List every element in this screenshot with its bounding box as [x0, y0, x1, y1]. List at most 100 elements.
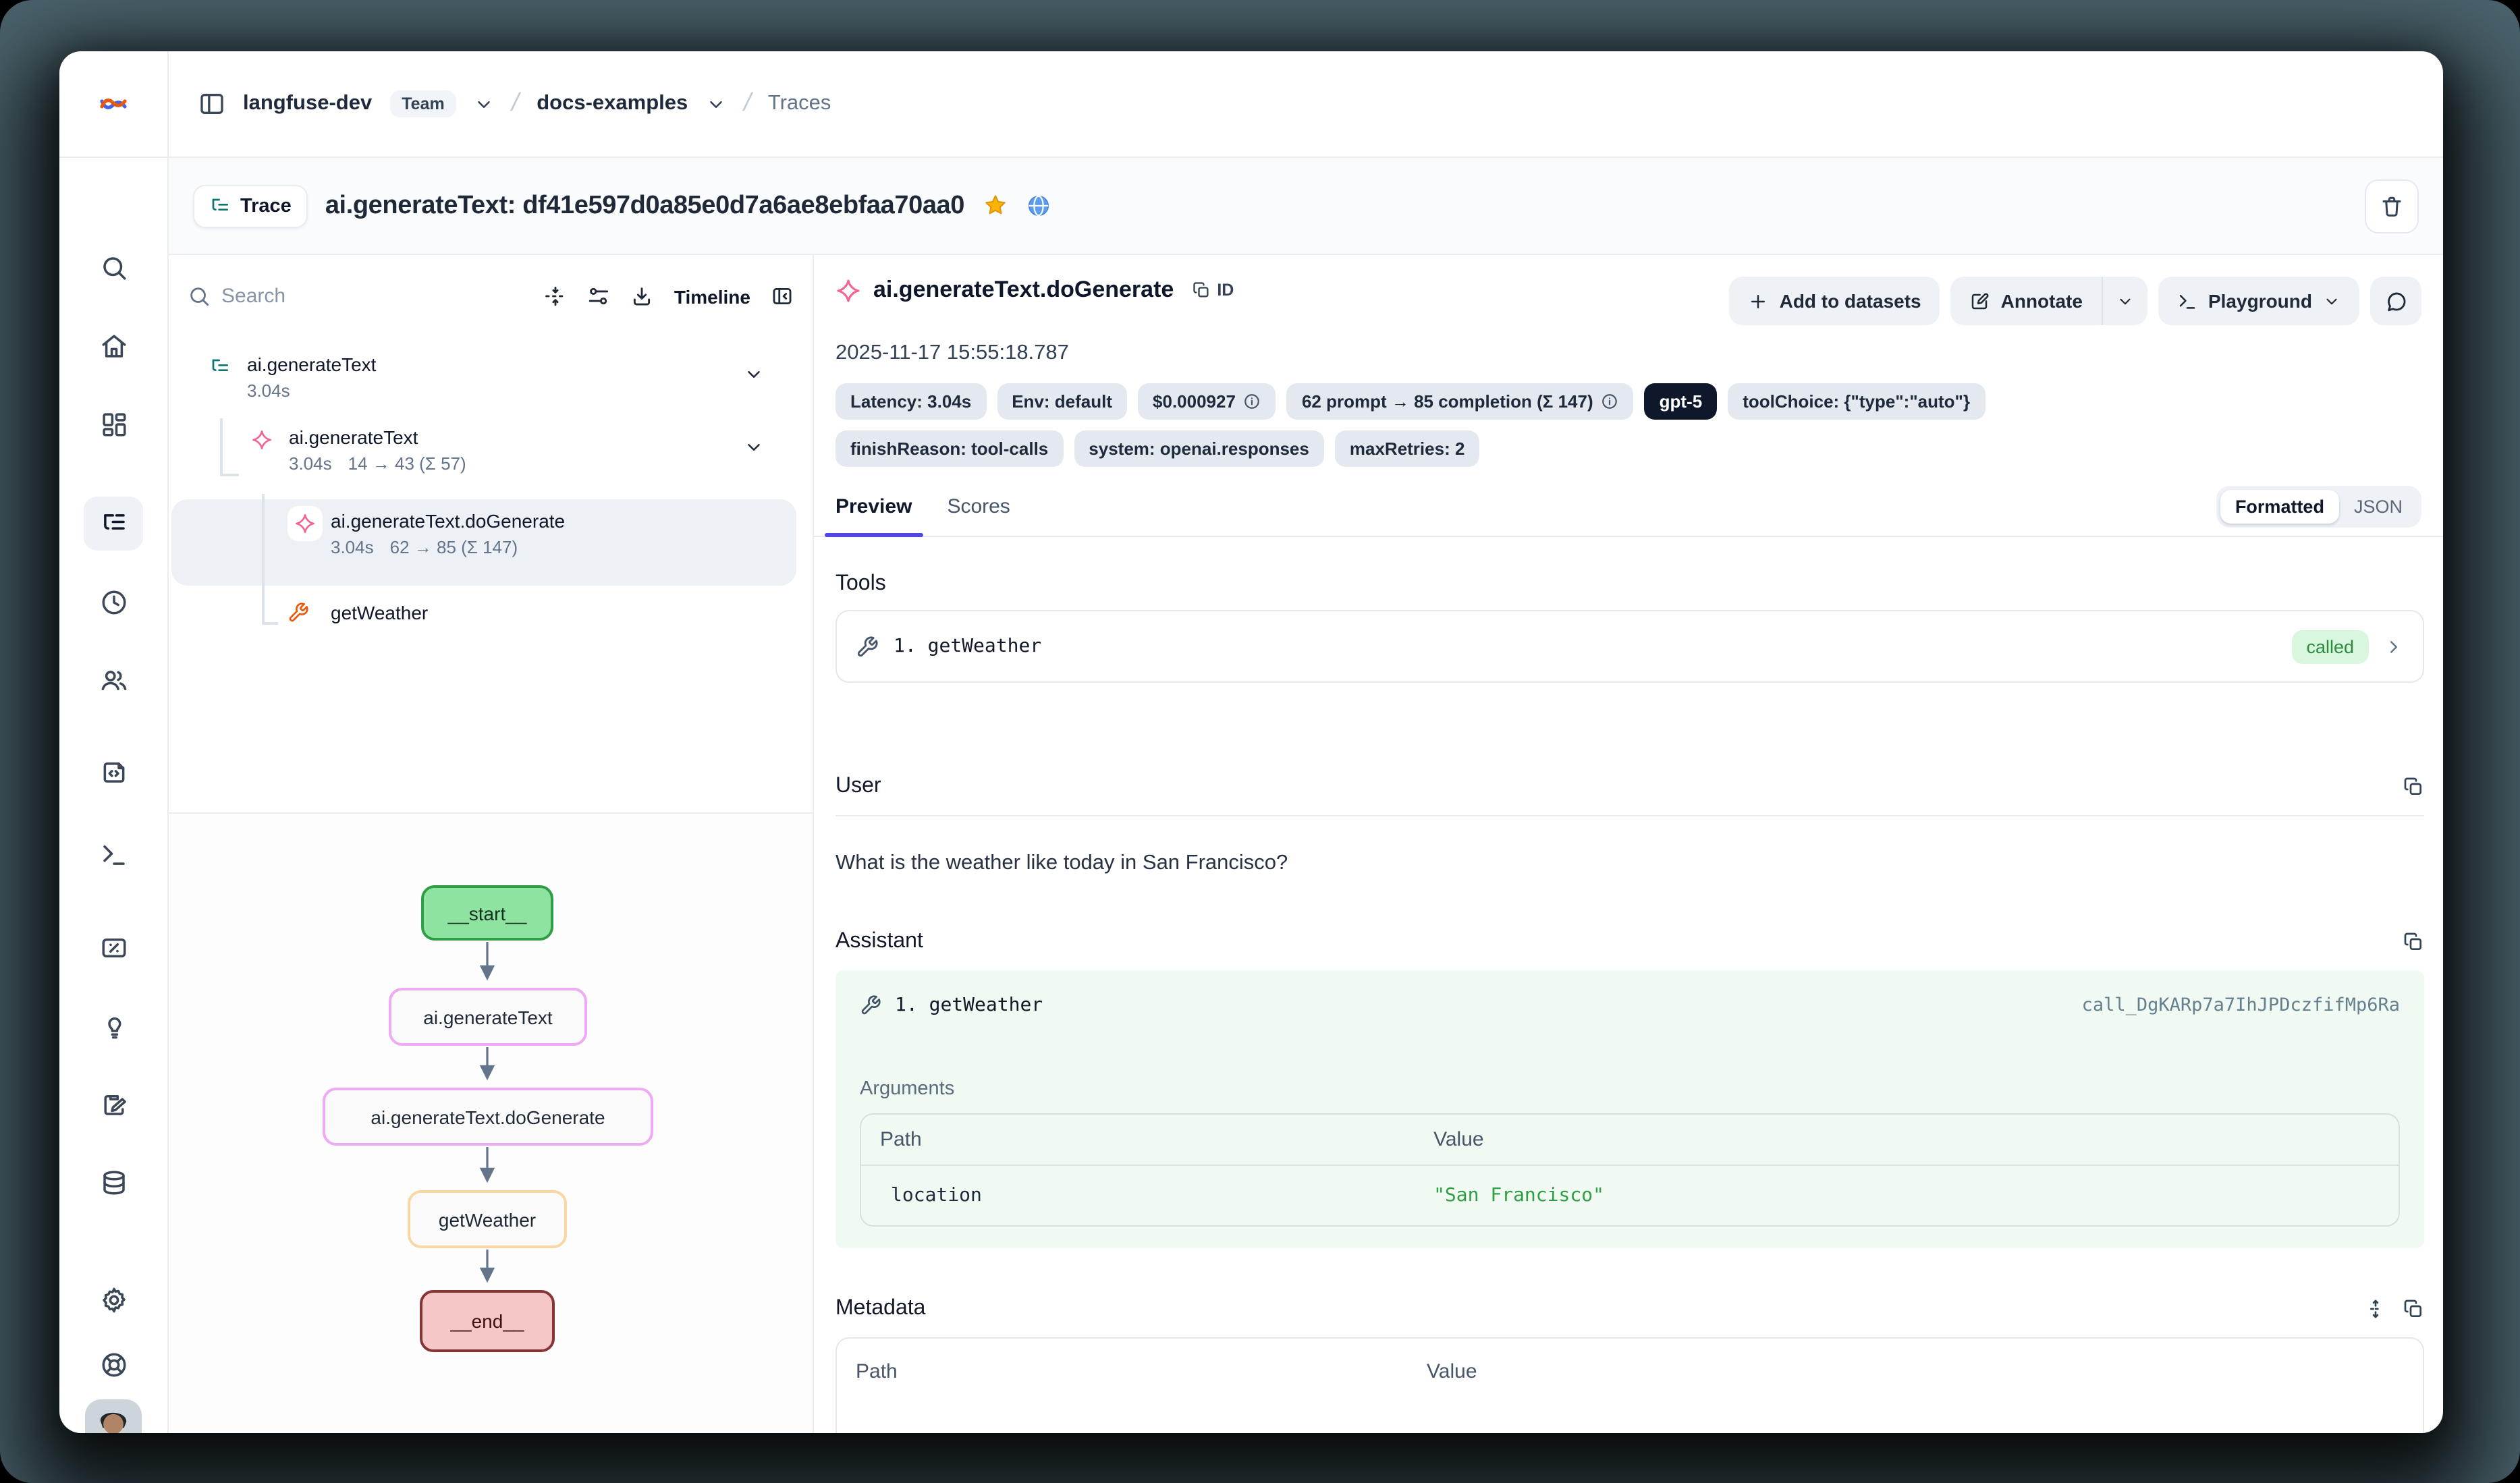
trace-tree-icon — [209, 356, 231, 378]
trace-chip-label: Trace — [240, 195, 292, 217]
tree-search-input[interactable] — [221, 285, 356, 308]
tree-row-trace[interactable]: ai.generateText 3.04s — [171, 354, 796, 401]
download-icon[interactable] — [631, 285, 654, 308]
node-label: getWeather — [439, 1208, 536, 1230]
graph-node-dogenerate[interactable]: ai.generateText.doGenerate — [323, 1088, 653, 1146]
langfuse-logo[interactable] — [59, 51, 167, 158]
graph-node-start[interactable]: __start__ — [421, 885, 553, 941]
user-title: User — [836, 775, 881, 799]
support-icon[interactable] — [84, 1337, 143, 1391]
annotate-dropdown-caret[interactable] — [2102, 277, 2147, 325]
detail-tabs-row: Preview Scores Formatted JSON — [814, 486, 2443, 537]
annotation-queues-icon[interactable] — [84, 1077, 143, 1131]
tracing-icon[interactable] — [84, 497, 143, 551]
plus-icon — [1749, 291, 1769, 311]
tree-row-tool[interactable]: getWeather — [171, 602, 796, 623]
add-to-datasets-button[interactable]: Add to datasets — [1730, 277, 1940, 325]
tool-call-card: 1. getWeather call_DgKARp7a7IhJPDczfifMp… — [836, 970, 2424, 1248]
breadcrumb-divider: / — [740, 89, 754, 119]
col-path: Path — [837, 1339, 1408, 1397]
tool-call-id: call_DgKARp7a7IhJPDczfifMp6Ra — [2082, 995, 2400, 1016]
playground-button[interactable]: Playground — [2158, 277, 2359, 325]
tree-label: ai.generateText — [247, 354, 796, 375]
col-value: Value — [1408, 1339, 2423, 1397]
org-chevron-down-icon[interactable] — [474, 94, 495, 114]
view-formatted[interactable]: Formatted — [2220, 490, 2339, 524]
maxretries-badge: maxRetries: 2 — [1335, 430, 1480, 467]
tree-row-generation[interactable]: ai.generateText 3.04s14 → 43 (Σ 57) — [171, 426, 796, 474]
generation-icon — [836, 277, 861, 303]
chevron-right-icon[interactable] — [2384, 636, 2404, 656]
chevron-down-icon[interactable] — [744, 364, 764, 385]
users-icon[interactable] — [84, 653, 143, 707]
metadata-table: Path Value — [836, 1337, 2424, 1433]
view-json[interactable]: JSON — [2339, 490, 2417, 524]
delete-trace-button[interactable] — [2365, 179, 2419, 233]
tree-row-dogenerate-selected[interactable]: ai.generateText.doGenerate 3.04s62 → 85 … — [171, 510, 796, 557]
tokens-badge[interactable]: 62 prompt → 85 completion (Σ 147) — [1287, 383, 1634, 420]
graph-node-generatetext[interactable]: ai.generateText — [389, 988, 587, 1046]
wrench-icon — [860, 995, 881, 1016]
observation-tree: ai.generateText 3.04s ai.generateText 3.… — [169, 337, 813, 812]
tab-scores[interactable]: Scores — [947, 495, 1010, 536]
bookmark-star-icon[interactable] — [982, 193, 1008, 219]
comments-button[interactable] — [2370, 277, 2421, 325]
assistant-message-section: Assistant 1. getWeather call_DgKARp7a7Ih… — [836, 930, 2424, 1248]
metadata-section: Metadata Path Value — [836, 1297, 2424, 1433]
generation-icon — [251, 429, 273, 451]
arguments-label: Arguments — [860, 1078, 2400, 1100]
tree-toolbar: Timeline — [169, 255, 813, 337]
expand-vertical-icon[interactable] — [2365, 1298, 2386, 1320]
settings-icon[interactable] — [84, 1272, 143, 1326]
info-icon — [1601, 393, 1619, 410]
tree-search[interactable] — [188, 285, 524, 308]
user-avatar[interactable] — [84, 1401, 143, 1433]
search-icon[interactable] — [84, 240, 143, 294]
dashboards-icon[interactable] — [84, 397, 143, 451]
copy-icon[interactable] — [2403, 776, 2424, 798]
datasets-icon[interactable] — [84, 1155, 143, 1209]
view-toggle: Formatted JSON — [2216, 486, 2421, 528]
observation-timestamp: 2025-11-17 15:55:18.787 — [814, 325, 2443, 366]
tree-duration: 3.04s — [331, 537, 374, 557]
breadcrumb-org[interactable]: langfuse-dev — [243, 92, 372, 116]
tool-definition-row[interactable]: 1. getWeather called — [836, 610, 2424, 683]
model-badge[interactable]: gpt-5 — [1645, 383, 1718, 420]
sidebar-toggle-icon[interactable] — [198, 90, 225, 117]
finishreason-badge: finishReason: tool-calls — [836, 430, 1063, 467]
observation-tree-panel: Timeline ai.generateText — [169, 255, 814, 1433]
timeline-toggle[interactable]: Timeline — [674, 285, 750, 307]
top-navbar: langfuse-dev Team / docs-examples / Trac… — [169, 51, 2443, 158]
public-globe-icon[interactable] — [1025, 193, 1051, 219]
tree-tokens: 62 → 85 (Σ 147) — [390, 537, 518, 557]
evaluators-icon[interactable] — [84, 920, 143, 974]
breadcrumb-section[interactable]: Traces — [768, 92, 831, 116]
llm-judge-icon[interactable] — [84, 999, 143, 1053]
project-chevron-down-icon[interactable] — [705, 94, 725, 114]
tree-label: ai.generateText — [289, 426, 796, 448]
playground-icon[interactable] — [84, 827, 143, 881]
sessions-icon[interactable] — [84, 575, 143, 629]
prompts-icon[interactable] — [84, 745, 143, 799]
display-settings-icon[interactable] — [588, 285, 611, 308]
graph-node-end[interactable]: __end__ — [420, 1290, 555, 1352]
collapse-panel-icon[interactable] — [771, 285, 794, 308]
arguments-table: Path Value location "San Francisco" — [860, 1113, 2400, 1227]
chevron-down-icon[interactable] — [744, 437, 764, 457]
tab-preview[interactable]: Preview — [836, 495, 912, 536]
metadata-title: Metadata — [836, 1297, 925, 1321]
home-icon[interactable] — [84, 318, 143, 372]
annotate-button[interactable]: Annotate — [1951, 277, 2102, 325]
main-area: langfuse-dev Team / docs-examples / Trac… — [169, 51, 2443, 1433]
graph-node-getweather[interactable]: getWeather — [408, 1190, 567, 1248]
trace-header-bar: Trace ai.generateText: df41e597d0a85e0d7… — [169, 158, 2443, 255]
search-icon — [188, 285, 211, 308]
detail-scroll-body[interactable]: Tools 1. getWeather called — [814, 537, 2443, 1433]
copy-id-chip[interactable]: ID — [1191, 281, 1234, 300]
cost-badge[interactable]: $0.000927 — [1138, 383, 1276, 420]
breadcrumb-project[interactable]: docs-examples — [537, 92, 688, 116]
observation-title: ai.generateText.doGenerate — [873, 277, 1174, 304]
copy-icon[interactable] — [2403, 931, 2424, 953]
copy-icon[interactable] — [2403, 1298, 2424, 1320]
collapse-all-icon[interactable] — [545, 285, 568, 308]
